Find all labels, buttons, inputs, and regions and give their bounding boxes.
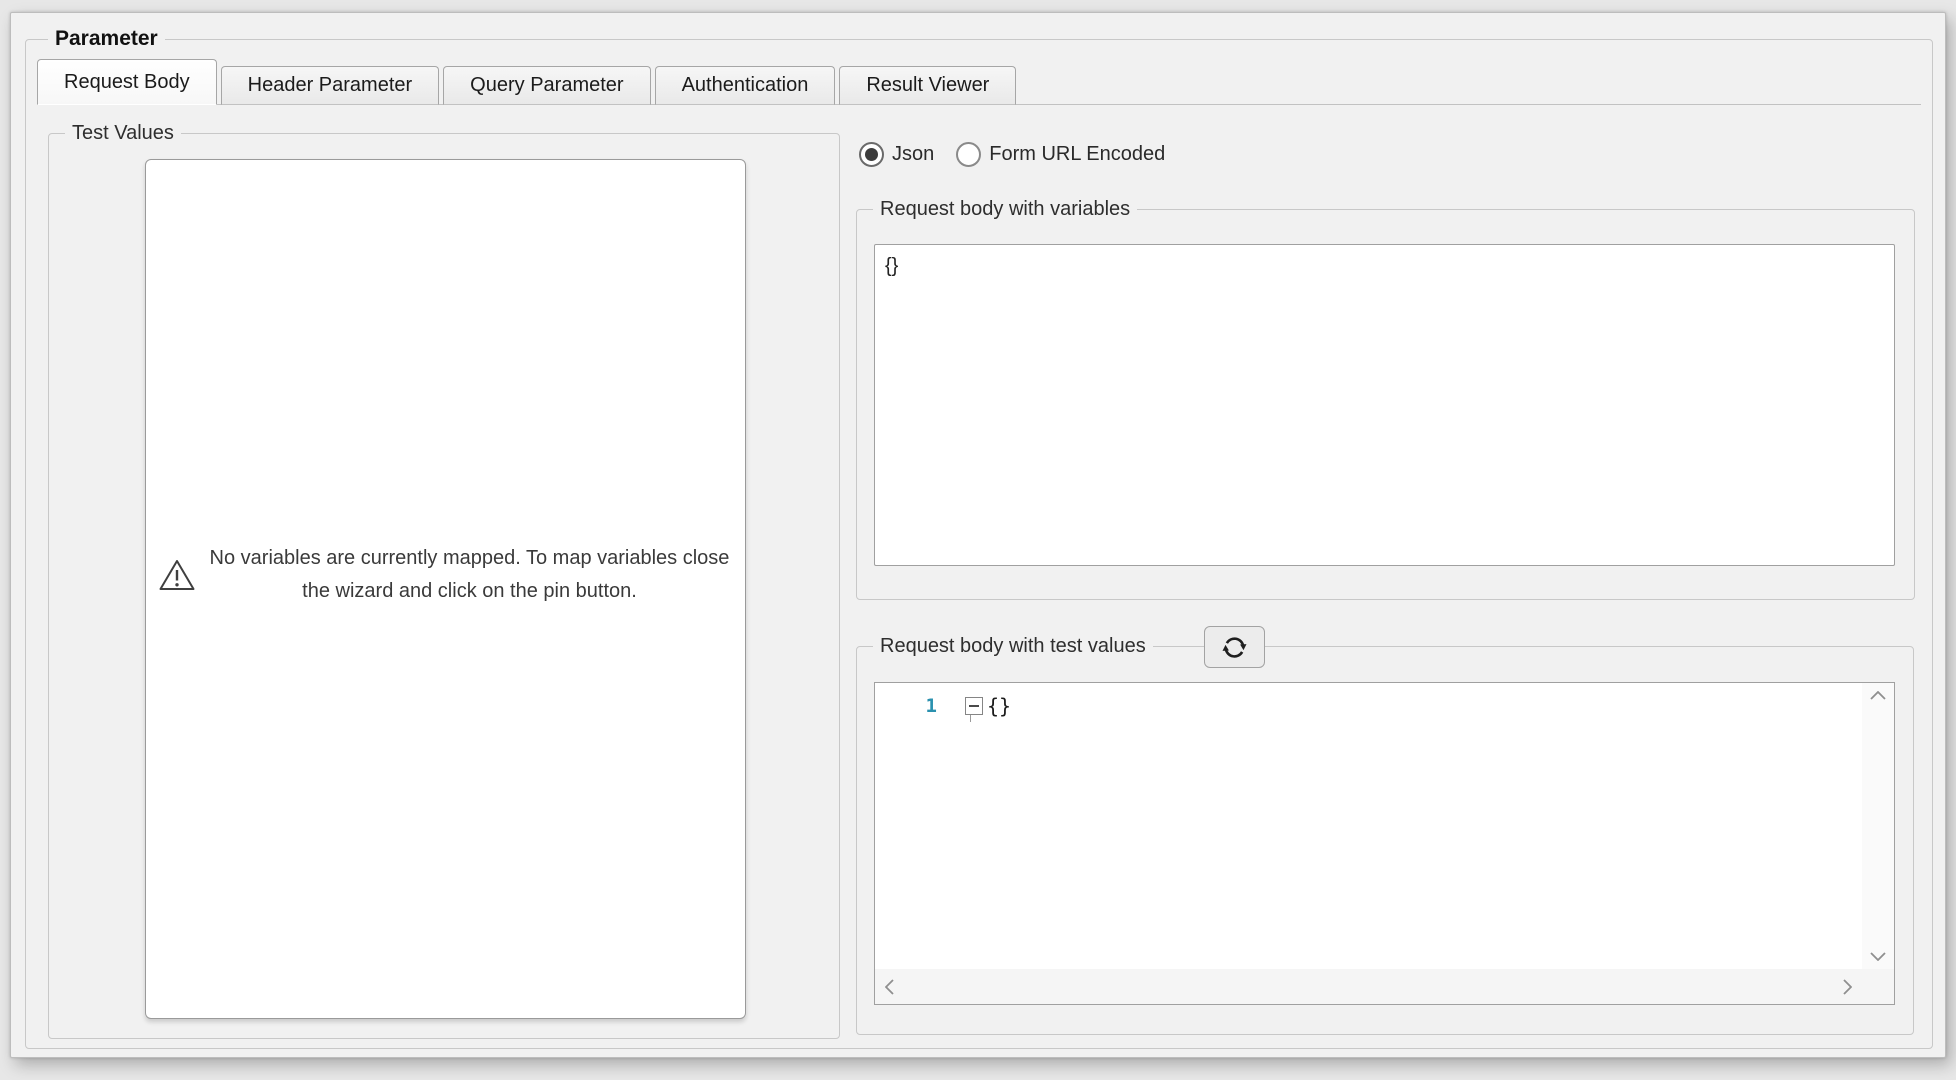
- tab-authentication[interactable]: Authentication: [654, 66, 836, 105]
- scroll-left-icon[interactable]: [885, 978, 894, 995]
- scrollbar-corner: [1862, 969, 1894, 1004]
- tab-label: Request Body: [64, 70, 190, 93]
- warning-triangle-icon: [159, 560, 195, 590]
- test-values-list: No variables are currently mapped. To ma…: [145, 159, 746, 1019]
- tab-label: Header Parameter: [247, 74, 413, 96]
- refresh-button[interactable]: [1204, 626, 1265, 668]
- tab-header-parameter[interactable]: Header Parameter: [220, 66, 440, 105]
- form-url-encoded-radio-button[interactable]: [956, 141, 982, 167]
- request-body-test-editor[interactable]: 1 {}: [874, 682, 1895, 1005]
- warning-message: No variables are currently mapped. To ma…: [209, 547, 730, 602]
- parameter-group-title: Parameter: [48, 27, 165, 51]
- tab-label: Authentication: [681, 74, 809, 96]
- request-body-variables-groupbox: Request body with variables {}: [856, 197, 1915, 600]
- no-variables-warning: No variables are currently mapped. To ma…: [152, 542, 731, 608]
- tab-result-viewer[interactable]: Result Viewer: [839, 66, 1017, 105]
- parameter-dialog: Parameter Request Body Header Parameter …: [10, 12, 1946, 1058]
- tab-request-body[interactable]: Request Body: [37, 59, 217, 105]
- horizontal-scrollbar[interactable]: [875, 969, 1862, 1004]
- json-radio-label[interactable]: Json: [892, 143, 934, 166]
- request-body-test-values-title: Request body with test values: [873, 634, 1153, 658]
- refresh-icon: [1222, 636, 1247, 658]
- json-radio-button[interactable]: [859, 141, 884, 167]
- code-fold-toggle-icon[interactable]: [965, 697, 983, 722]
- request-body-variables-title: Request body with variables: [873, 197, 1138, 221]
- tab-label: Query Parameter: [470, 74, 624, 96]
- test-values-group-title: Test Values: [65, 121, 181, 145]
- tab-query-parameter[interactable]: Query Parameter: [443, 66, 651, 105]
- scroll-up-icon[interactable]: [1870, 691, 1886, 700]
- screen: Parameter Request Body Header Parameter …: [0, 0, 1956, 1080]
- tab-label: Result Viewer: [866, 74, 990, 96]
- scroll-right-icon[interactable]: [1843, 978, 1852, 995]
- scroll-down-icon[interactable]: [1870, 952, 1886, 961]
- editor-line-1: 1 {}: [875, 694, 1012, 722]
- vertical-scrollbar[interactable]: [1862, 683, 1894, 969]
- request-body-variables-input[interactable]: {}: [874, 244, 1895, 566]
- code-text: {}: [987, 694, 1012, 718]
- request-body-test-values-groupbox: Request body with test values 1 {}: [856, 626, 1914, 1035]
- test-values-groupbox: Test Values No variables are currently m…: [48, 121, 840, 1039]
- body-format-radio-group: Json Form URL Encoded: [859, 140, 1165, 168]
- form-url-encoded-radio-label[interactable]: Form URL Encoded: [989, 143, 1165, 166]
- line-number: 1: [925, 695, 937, 717]
- tab-strip: Request Body Header Parameter Query Para…: [37, 59, 1921, 105]
